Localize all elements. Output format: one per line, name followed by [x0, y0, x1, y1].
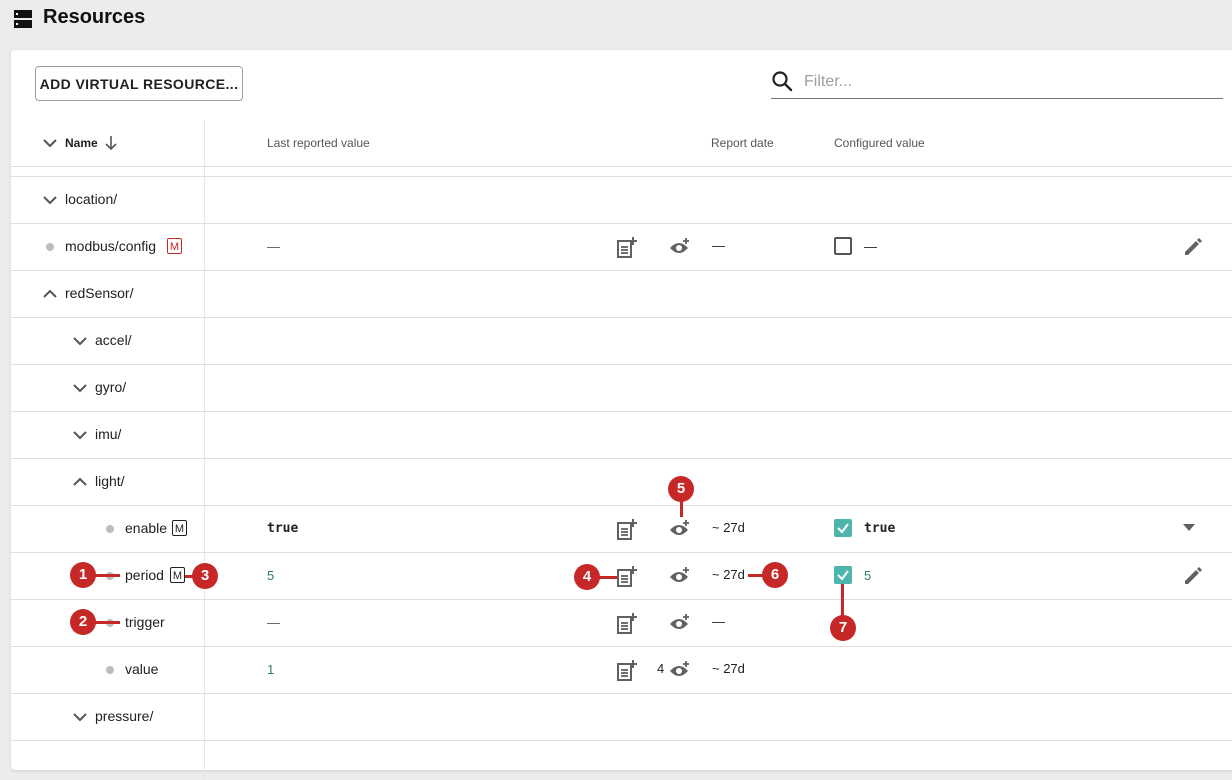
check-icon [837, 523, 849, 534]
table-row[interactable]: redSensor/ [11, 271, 1232, 318]
callout-leader [841, 584, 844, 616]
resources-card: ADD VIRTUAL RESOURCE... Name Last report… [11, 50, 1232, 780]
report-date: ~ 27d [712, 567, 745, 582]
chevron-up-icon[interactable] [41, 285, 59, 303]
add-to-report-icon[interactable] [616, 612, 638, 634]
last-reported-value: true [267, 521, 299, 536]
table-header: Name Last reported value Report date Con… [11, 120, 1232, 167]
resource-name: trigger [125, 614, 165, 630]
header-name[interactable]: Name [65, 136, 98, 150]
header-report-date: Report date [711, 136, 774, 150]
configured-value: 5 [864, 568, 872, 583]
resource-name: gyro/ [95, 379, 127, 395]
configured-checkbox[interactable] [834, 519, 852, 537]
report-date: — [712, 238, 725, 253]
callout-leader [95, 621, 120, 624]
callout-7: 7 [830, 615, 856, 641]
leaf-dot [46, 243, 54, 251]
resource-name: modbus/config [65, 238, 157, 254]
add-to-report-icon[interactable] [616, 565, 638, 587]
callout-4: 4 [574, 564, 600, 590]
callout-1: 1 [70, 562, 96, 588]
last-reported-value: — [267, 239, 280, 254]
edit-pencil-icon[interactable] [1183, 566, 1203, 586]
observe-icon[interactable] [669, 660, 691, 680]
mandatory-badge: M [172, 520, 187, 536]
configured-checkbox[interactable] [834, 237, 852, 255]
resource-name: period [125, 567, 164, 583]
header-last-reported: Last reported value [267, 136, 370, 150]
last-reported-value: — [267, 615, 280, 630]
callout-leader [748, 574, 763, 577]
table-row[interactable]: light/ [11, 459, 1232, 506]
page-title: Resources [43, 6, 146, 28]
add-virtual-resource-button[interactable]: ADD VIRTUAL RESOURCE... [35, 66, 243, 101]
table-row[interactable]: modbus/config M — — — [11, 224, 1232, 271]
add-to-report-icon[interactable] [616, 659, 638, 681]
chevron-down-icon[interactable] [71, 426, 89, 444]
table-row[interactable]: enable M true ~ 27d true [11, 506, 1232, 553]
top-bar: Resources [0, 0, 1232, 40]
table-row[interactable]: value 1 4 ~ 27d [11, 647, 1232, 694]
callout-leader [95, 574, 120, 577]
table-row[interactable]: accel/ [11, 318, 1232, 365]
mandatory-badge: M [167, 238, 182, 254]
chevron-down-icon[interactable] [71, 379, 89, 397]
observer-count: 4 [657, 661, 665, 676]
sort-arrow-down-icon[interactable] [103, 134, 119, 152]
last-reported-value: 5 [267, 568, 275, 583]
edit-pencil-icon[interactable] [1183, 237, 1203, 257]
resource-name: enable [125, 520, 168, 536]
observe-icon[interactable] [669, 566, 691, 586]
configured-value: — [864, 239, 877, 254]
chevron-down-icon[interactable] [71, 332, 89, 350]
configured-checkbox[interactable] [834, 566, 852, 584]
last-reported-value: 1 [267, 662, 275, 677]
callout-6: 6 [762, 562, 788, 588]
report-date: ~ 27d [712, 661, 745, 676]
resource-name: redSensor/ [65, 285, 134, 301]
resources-icon [14, 10, 32, 28]
table-row[interactable]: pressure/ [11, 694, 1232, 741]
resource-name: value [125, 661, 159, 677]
report-date: ~ 27d [712, 520, 745, 535]
callout-leader [680, 501, 683, 517]
chevron-down-icon[interactable] [71, 708, 89, 726]
callout-2: 2 [70, 609, 96, 635]
observe-icon[interactable] [669, 519, 691, 539]
add-to-report-icon[interactable] [616, 236, 638, 258]
resource-name: location/ [65, 191, 118, 207]
report-date: — [712, 614, 725, 629]
resource-name: imu/ [95, 426, 122, 442]
caret-down-icon[interactable] [1183, 524, 1195, 532]
mandatory-badge: M [170, 567, 185, 583]
callout-5: 5 [668, 476, 694, 502]
observe-icon[interactable] [669, 613, 691, 633]
leaf-dot [106, 525, 114, 533]
chevron-down-icon[interactable] [41, 191, 59, 209]
table-row[interactable]: imu/ [11, 412, 1232, 459]
leaf-dot [106, 666, 114, 674]
configured-value: true [864, 521, 896, 536]
chevron-up-icon[interactable] [71, 473, 89, 491]
observe-icon[interactable] [669, 237, 691, 257]
callout-3: 3 [192, 563, 218, 589]
header-configured: Configured value [834, 136, 925, 150]
resource-name: pressure/ [95, 708, 154, 724]
resource-name: light/ [95, 473, 125, 489]
resource-name: accel/ [95, 332, 132, 348]
callout-leader [599, 576, 617, 579]
filter-field[interactable] [771, 68, 1223, 99]
chevron-down-icon[interactable] [41, 134, 59, 152]
search-icon [772, 71, 793, 92]
add-to-report-icon[interactable] [616, 518, 638, 540]
filter-input[interactable] [802, 69, 1216, 95]
check-icon [837, 570, 849, 581]
table-row[interactable]: gyro/ [11, 365, 1232, 412]
table-row[interactable]: trigger — — [11, 600, 1232, 647]
table-row[interactable]: location/ [11, 177, 1232, 224]
